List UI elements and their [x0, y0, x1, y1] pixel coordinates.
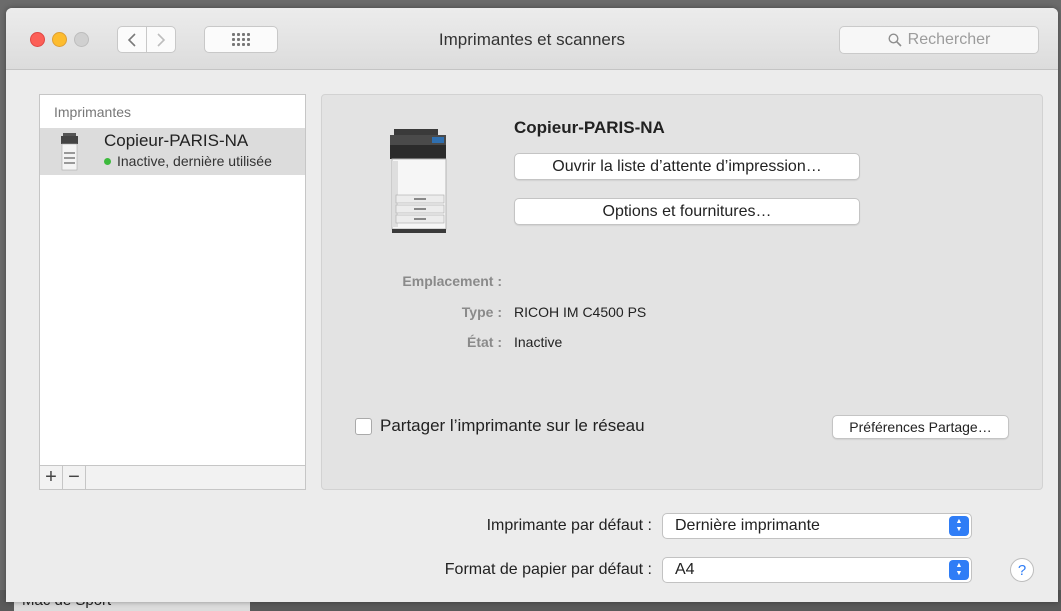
- share-printer-label: Partager l’imprimante sur le réseau: [380, 416, 645, 435]
- printer-list-item-status: Inactive, dernière utilisée: [104, 153, 272, 169]
- printers-list-toolbar: + −: [39, 466, 306, 490]
- default-printer-value: Dernière imprimante: [675, 517, 820, 534]
- sharing-preferences-button[interactable]: Préférences Partage…: [832, 415, 1009, 439]
- search-field[interactable]: Rechercher: [839, 26, 1039, 54]
- printer-image: [388, 127, 452, 244]
- type-value: RICOH IM C4500 PS: [514, 304, 647, 320]
- printers-list: Imprimantes Copieur-PARIS-NA Inactive, d…: [39, 94, 306, 466]
- share-printer-option[interactable]: Partager l’imprimante sur le réseau: [355, 416, 645, 436]
- options-supplies-button[interactable]: Options et fournitures…: [514, 198, 860, 225]
- search-icon: [888, 33, 902, 47]
- printer-list-item-name: Copieur-PARIS-NA: [104, 131, 249, 150]
- default-paper-value: A4: [675, 561, 695, 578]
- default-paper-select[interactable]: A4 ▲ ▼: [662, 557, 972, 583]
- printer-detail-panel: Copieur-PARIS-NA Ouvrir la liste d’atten…: [321, 94, 1043, 490]
- printers-list-header: Imprimantes: [54, 104, 132, 120]
- remove-printer-button[interactable]: −: [63, 466, 86, 489]
- popup-arrows-icon: ▲ ▼: [949, 516, 969, 536]
- popup-arrows-icon: ▲ ▼: [949, 560, 969, 580]
- help-button[interactable]: ?: [1010, 558, 1034, 582]
- title-bar: Imprimantes et scanners Rechercher: [6, 8, 1058, 70]
- default-paper-label: Format de papier par défaut :: [444, 561, 652, 578]
- state-label: État :: [467, 334, 502, 350]
- preferences-window: Imprimantes et scanners Rechercher Impri…: [6, 8, 1058, 602]
- type-label: Type :: [461, 304, 502, 320]
- open-print-queue-button[interactable]: Ouvrir la liste d’attente d’impression…: [514, 153, 860, 180]
- printer-list-item[interactable]: Copieur-PARIS-NA Inactive, dernière util…: [40, 128, 305, 175]
- location-label: Emplacement :: [402, 273, 502, 289]
- add-printer-button[interactable]: +: [40, 466, 63, 489]
- status-dot-icon: [104, 157, 111, 165]
- default-printer-select[interactable]: Dernière imprimante ▲ ▼: [662, 513, 972, 539]
- printer-name-title: Copieur-PARIS-NA: [514, 118, 665, 137]
- share-printer-checkbox[interactable]: [355, 417, 372, 435]
- printer-icon: [60, 132, 80, 177]
- printer-list-item-status-text: Inactive, dernière utilisée: [117, 153, 272, 169]
- default-printer-label: Imprimante par défaut :: [486, 517, 652, 534]
- search-placeholder: Rechercher: [907, 31, 991, 48]
- state-value: Inactive: [514, 334, 563, 350]
